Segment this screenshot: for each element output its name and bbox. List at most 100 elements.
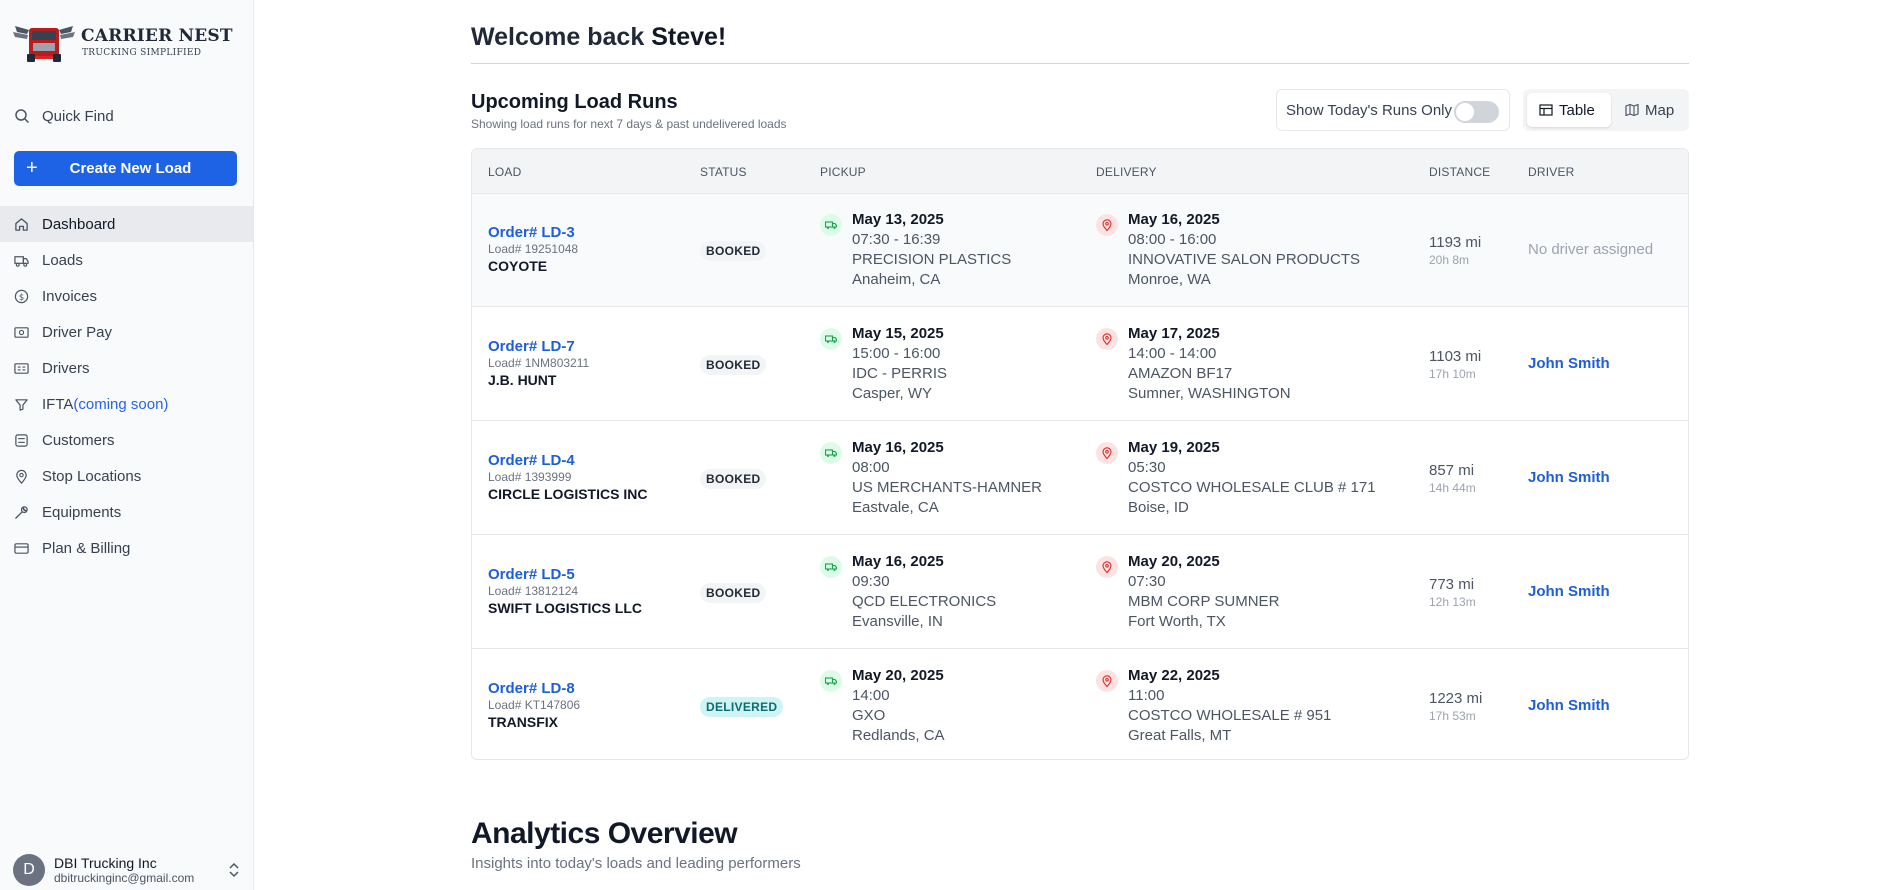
sidebar-item-customers[interactable]: Customers xyxy=(0,422,253,458)
users-icon xyxy=(15,433,28,447)
credit-card-icon xyxy=(14,542,29,554)
table-header: LOAD STATUS PICKUP DELIVERY DISTANCE DRI… xyxy=(472,149,1688,194)
customer-name: J.B. HUNT xyxy=(488,372,557,388)
coming-soon-label: (coming soon) xyxy=(73,395,169,413)
filter-icon xyxy=(15,398,28,411)
driver-name[interactable]: John Smith xyxy=(1528,697,1610,714)
brand-tagline: TRUCKING SIMPLIFIED xyxy=(82,48,202,58)
pickup-time: 14:00 xyxy=(852,687,890,704)
brand-logo[interactable]: CARRIER NEST TRUCKING SIMPLIFIED xyxy=(13,20,233,64)
pickup-truck-icon xyxy=(820,670,842,692)
load-number: Load# KT147806 xyxy=(488,698,581,712)
table-row[interactable]: Order# LD-5 Load# 13812124 SWIFT LOGISTICS… xyxy=(472,536,1688,649)
column-header-distance[interactable]: DISTANCE xyxy=(1429,165,1490,179)
distance-value: 1223 mi xyxy=(1429,690,1483,707)
status-badge: BOOKED xyxy=(700,583,767,603)
driver-name[interactable]: John Smith xyxy=(1528,355,1610,372)
table-row[interactable]: Order# LD-8 Load# KT147806 TRANSFIX DELIVER… xyxy=(472,650,1688,759)
sidebar-item-ifta[interactable]: IFTA (coming soon) xyxy=(0,386,253,422)
pickup-date: May 16, 2025 xyxy=(852,439,944,456)
delivery-city: Fort Worth, TX xyxy=(1128,613,1226,630)
delivery-location-name: INNOVATIVE SALON PRODUCTS xyxy=(1128,251,1360,268)
create-new-load-button[interactable]: + Create New Load xyxy=(14,151,237,186)
pickup-truck-icon xyxy=(820,556,842,578)
sidebar-item-label: Customers xyxy=(42,431,115,449)
pickup-location-name: PRECISION PLASTICS xyxy=(852,251,1012,268)
analytics-subtitle: Insights into today's loads and leading … xyxy=(471,855,801,872)
analytics-title: Analytics Overview xyxy=(471,817,738,850)
delivery-date: May 22, 2025 xyxy=(1128,667,1220,684)
quick-find-label: Quick Find xyxy=(42,107,114,125)
account-switcher[interactable]: D DBI Trucking Inc dbitruckinginc@gmail.… xyxy=(13,853,241,887)
id-card-icon xyxy=(14,362,29,374)
toggle-switch[interactable] xyxy=(1454,101,1499,123)
driver-name: No driver assigned xyxy=(1528,241,1654,258)
sidebar-item-label: Invoices xyxy=(42,287,98,305)
pickup-time: 08:00 xyxy=(852,459,890,476)
load-number: Load# 13812124 xyxy=(488,584,579,598)
delivery-date: May 16, 2025 xyxy=(1128,211,1220,228)
delivery-city: Boise, ID xyxy=(1128,499,1189,516)
order-link[interactable]: Order# LD-4 xyxy=(488,452,647,469)
pickup-truck-icon xyxy=(820,442,842,464)
truck-wings-logo-icon xyxy=(13,26,75,62)
account-email: dbitruckinginc@gmail.com xyxy=(54,871,195,885)
quick-find[interactable]: Quick Find xyxy=(14,105,114,127)
sidebar-item-equipments[interactable]: Equipments xyxy=(0,494,253,530)
sidebar-item-label: Loads xyxy=(42,251,83,269)
map-icon xyxy=(1625,103,1639,117)
table-row[interactable]: Order# LD-4 Load# 1393999 CIRCLE LOGISTICS… xyxy=(472,422,1688,535)
status-badge: DELIVERED xyxy=(700,697,784,717)
map-view-label: Map xyxy=(1645,101,1675,119)
pickup-location-name: US MERCHANTS-HAMNER xyxy=(852,479,1043,496)
column-header-delivery[interactable]: DELIVERY xyxy=(1096,165,1157,179)
table-row[interactable]: Order# LD-7 Load# 1NM803211 J.B. HUNT BOOKE… xyxy=(472,308,1688,421)
today-runs-toggle[interactable]: Show Today's Runs Only xyxy=(1276,89,1510,131)
sidebar-item-label: Driver Pay xyxy=(42,323,113,341)
cash-icon xyxy=(14,326,29,338)
sidebar-item-dashboard[interactable]: Dashboard xyxy=(0,206,253,242)
pickup-location-name: GXO xyxy=(852,707,886,724)
column-header-status[interactable]: STATUS xyxy=(700,165,747,179)
delivery-location-name: COSTCO WHOLESALE CLUB # 171 xyxy=(1128,479,1376,496)
sidebar-item-loads[interactable]: Loads xyxy=(0,242,253,278)
toggle-label: Show Today's Runs Only xyxy=(1286,101,1453,119)
order-link[interactable]: Order# LD-3 xyxy=(488,224,578,241)
pickup-location-name: QCD ELECTRONICS xyxy=(852,593,997,610)
pickup-date: May 16, 2025 xyxy=(852,553,944,570)
welcome-name: Steve! xyxy=(651,23,727,51)
order-link[interactable]: Order# LD-8 xyxy=(488,680,580,697)
customer-name: CIRCLE LOGISTICS INC xyxy=(488,486,648,502)
driver-name[interactable]: John Smith xyxy=(1528,469,1610,486)
delivery-date: May 19, 2025 xyxy=(1128,439,1220,456)
page-title: Welcome back Steve! xyxy=(471,23,726,52)
create-new-load-label: Create New Load xyxy=(69,160,192,177)
sidebar-item-drivers[interactable]: Drivers xyxy=(0,350,253,386)
sidebar-item-driver-pay[interactable]: Driver Pay xyxy=(0,314,253,350)
sidebar-item-plan-billing[interactable]: Plan & Billing xyxy=(0,530,253,566)
table-row[interactable]: Order# LD-3 Load# 19251048 COYOTE BOOKED May… xyxy=(472,194,1688,307)
order-link[interactable]: Order# LD-5 xyxy=(488,566,642,583)
table-view-button[interactable]: Table xyxy=(1527,93,1611,127)
driver-name[interactable]: John Smith xyxy=(1528,583,1610,600)
order-link[interactable]: Order# LD-7 xyxy=(488,338,589,355)
column-header-load[interactable]: LOAD xyxy=(488,165,521,179)
column-header-driver[interactable]: DRIVER xyxy=(1528,165,1575,179)
pickup-time: 09:30 xyxy=(852,573,890,590)
duration-value: 20h 8m xyxy=(1429,253,1470,267)
wrench-icon xyxy=(15,505,28,519)
load-runs-table: LOAD STATUS PICKUP DELIVERY DISTANCE DRI… xyxy=(471,148,1689,760)
map-view-button[interactable]: Map xyxy=(1621,93,1685,127)
duration-value: 14h 44m xyxy=(1429,481,1476,495)
sidebar-item-invoices[interactable]: $ Invoices xyxy=(0,278,253,314)
column-header-pickup[interactable]: PICKUP xyxy=(820,165,866,179)
delivery-time: 07:30 xyxy=(1128,573,1166,590)
pickup-truck-icon xyxy=(820,328,842,350)
pickup-city: Casper, WY xyxy=(852,385,933,402)
delivery-date: May 20, 2025 xyxy=(1128,553,1220,570)
sidebar-nav: Dashboard Loads $ Invoices Driver Pay Dr… xyxy=(0,206,253,566)
svg-text:$: $ xyxy=(19,291,24,301)
status-badge: BOOKED xyxy=(700,241,767,261)
pickup-city: Redlands, CA xyxy=(852,727,945,744)
sidebar-item-stop-locations[interactable]: Stop Locations xyxy=(0,458,253,494)
